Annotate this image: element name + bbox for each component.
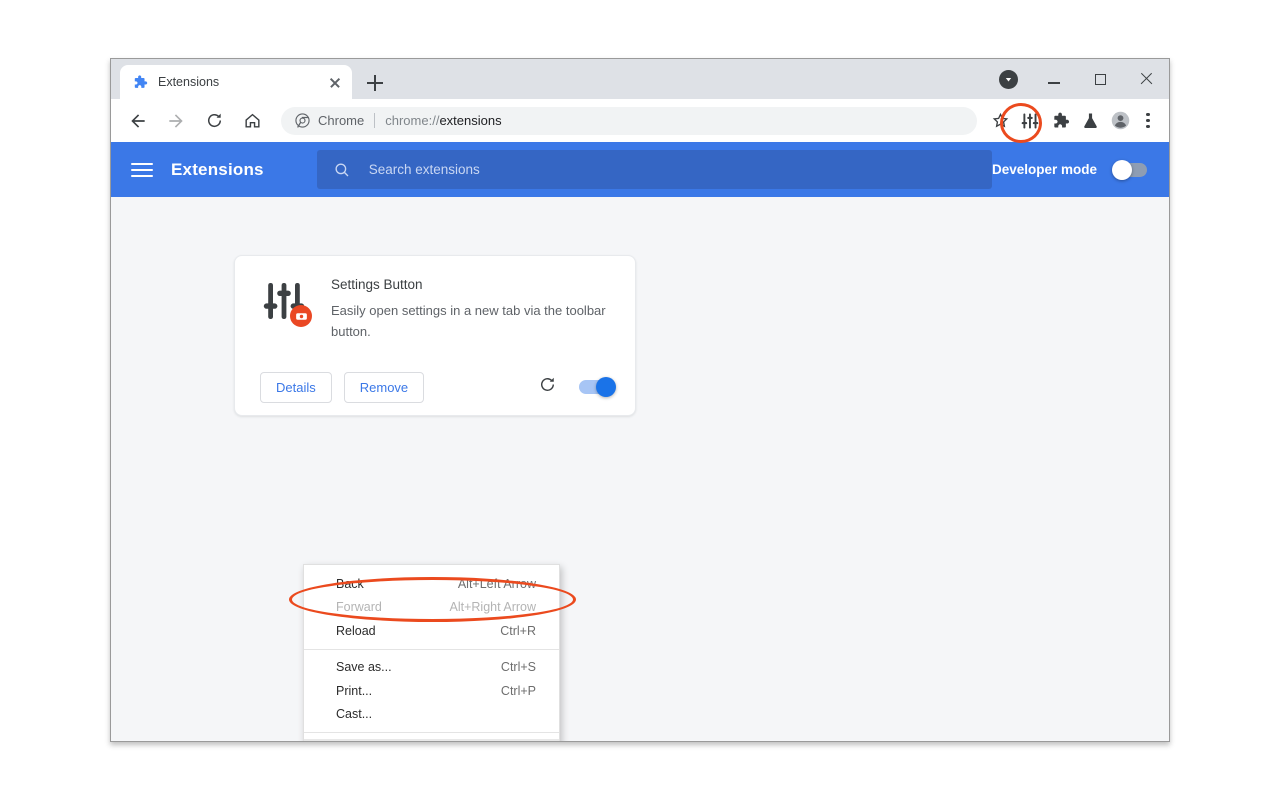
details-button[interactable]: Details [260, 371, 332, 403]
extension-card: Settings Button Easily open settings in … [234, 255, 636, 416]
menu-dot [1146, 124, 1150, 128]
menu-item-label: Forward [336, 600, 382, 615]
menu-separator [304, 732, 559, 733]
tab-title: Extensions [158, 75, 220, 89]
omnibox-url-prefix: chrome:// [385, 113, 440, 128]
back-arrow-icon[interactable] [123, 106, 153, 136]
hamburger-line [131, 162, 153, 165]
window-minimize-button[interactable] [1031, 59, 1077, 99]
puzzle-piece-icon [134, 75, 148, 88]
menu-item-shortcut: Ctrl+P [500, 683, 536, 698]
context-menu-item-back[interactable]: Back Alt+Left Arrow [304, 572, 559, 596]
omnibox-site-label: Chrome [318, 113, 365, 128]
developer-mode-control: Developer mode [991, 159, 1147, 180]
window-maximize-button[interactable] [1077, 59, 1123, 99]
menu-item-shortcut: Ctrl+R [500, 623, 536, 638]
window-controls [1031, 59, 1169, 99]
menu-dot [1146, 113, 1150, 117]
menu-item-label: Reload [336, 623, 376, 638]
download-arrow-icon [1005, 78, 1012, 82]
extension-icon [260, 277, 312, 327]
download-indicator-icon[interactable] [999, 70, 1018, 89]
context-menu-item-forward: Forward Alt+Right Arrow [304, 596, 559, 620]
new-tab-button[interactable] [363, 71, 387, 95]
remove-button[interactable]: Remove [343, 371, 425, 403]
tab-strip: Extensions [111, 59, 1169, 99]
menu-item-shortcut: Ctrl+S [500, 660, 536, 675]
context-menu-item-print[interactable]: Print... Ctrl+P [304, 679, 559, 703]
reload-extension-icon[interactable] [538, 375, 557, 399]
extension-card-actions: Details Remove [235, 359, 635, 415]
menu-item-shortcut: Alt+Left Arrow [457, 576, 536, 591]
browser-tab-extensions[interactable]: Extensions [120, 65, 352, 99]
hamburger-line [131, 168, 153, 171]
omnibox-url-path: extensions [439, 113, 502, 128]
extension-enabled-toggle[interactable] [579, 377, 616, 397]
home-icon[interactable] [237, 106, 267, 136]
screenshot-root: Extensions Chrome chrome://extensions Ex… [0, 0, 1280, 800]
context-menu-item-save-as[interactable]: Save as... Ctrl+S [304, 656, 559, 680]
extensions-puzzle-icon[interactable] [1045, 106, 1075, 136]
menu-item-shortcut: Alt+Right Arrow [449, 600, 537, 615]
reload-icon[interactable] [199, 106, 229, 136]
search-input[interactable]: Search extensions [316, 150, 992, 189]
search-icon [335, 162, 349, 176]
hamburger-icon[interactable] [131, 159, 153, 181]
browser-window: Extensions Chrome chrome://extensions Ex… [110, 58, 1170, 742]
menu-item-label: Back [336, 576, 364, 591]
developer-mode-toggle[interactable] [1112, 159, 1147, 180]
menu-dot [1146, 118, 1150, 123]
extension-card-text: Settings Button Easily open settings in … [331, 277, 613, 342]
address-bar[interactable]: Chrome chrome://extensions [281, 106, 977, 135]
badge-glyph-icon [295, 312, 307, 320]
omnibox-url: chrome://extensions [385, 113, 501, 128]
context-menu-settings-item[interactable]: Settings [304, 739, 559, 741]
flask-icon[interactable] [1075, 106, 1105, 136]
toggle-knob [1112, 159, 1132, 180]
menu-item-label: Cast... [336, 707, 373, 722]
context-menu: Back Alt+Left Arrow Forward Alt+Right Ar… [303, 564, 560, 741]
toolbar-icons [1015, 106, 1161, 136]
forward-arrow-icon[interactable] [161, 106, 191, 136]
hamburger-line [131, 174, 153, 177]
developer-mode-label: Developer mode [991, 162, 1097, 177]
menu-separator [304, 648, 559, 650]
window-close-button[interactable] [1123, 59, 1169, 99]
record-badge-icon [290, 305, 312, 327]
toggle-knob [596, 377, 616, 397]
bookmark-star-icon[interactable] [985, 106, 1015, 136]
settings-button-extension-icon[interactable] [1015, 106, 1045, 136]
extensions-page-body: Settings Button Easily open settings in … [111, 197, 1169, 741]
tab-close-icon[interactable] [326, 73, 344, 91]
profile-avatar-icon[interactable] [1105, 106, 1135, 136]
page-title: Extensions [171, 159, 264, 179]
context-menu-item-cast[interactable]: Cast... [304, 703, 559, 727]
extensions-page-header: Extensions Search extensions Developer m… [111, 142, 1169, 197]
omnibox-separator [374, 113, 376, 128]
extension-name: Settings Button [331, 277, 423, 292]
sliders-icon [1021, 113, 1039, 128]
three-dot-menu-icon[interactable] [1135, 106, 1161, 136]
context-menu-item-reload[interactable]: Reload Ctrl+R [304, 619, 559, 643]
extension-card-header: Settings Button Easily open settings in … [235, 256, 635, 342]
menu-item-label: Print... [336, 683, 373, 698]
chrome-logo-icon [295, 113, 310, 128]
menu-item-label: Save as... [336, 660, 392, 675]
search-placeholder: Search extensions [368, 162, 480, 177]
extension-description: Easily open settings in a new tab via th… [331, 303, 606, 339]
browser-toolbar: Chrome chrome://extensions [111, 99, 1169, 142]
